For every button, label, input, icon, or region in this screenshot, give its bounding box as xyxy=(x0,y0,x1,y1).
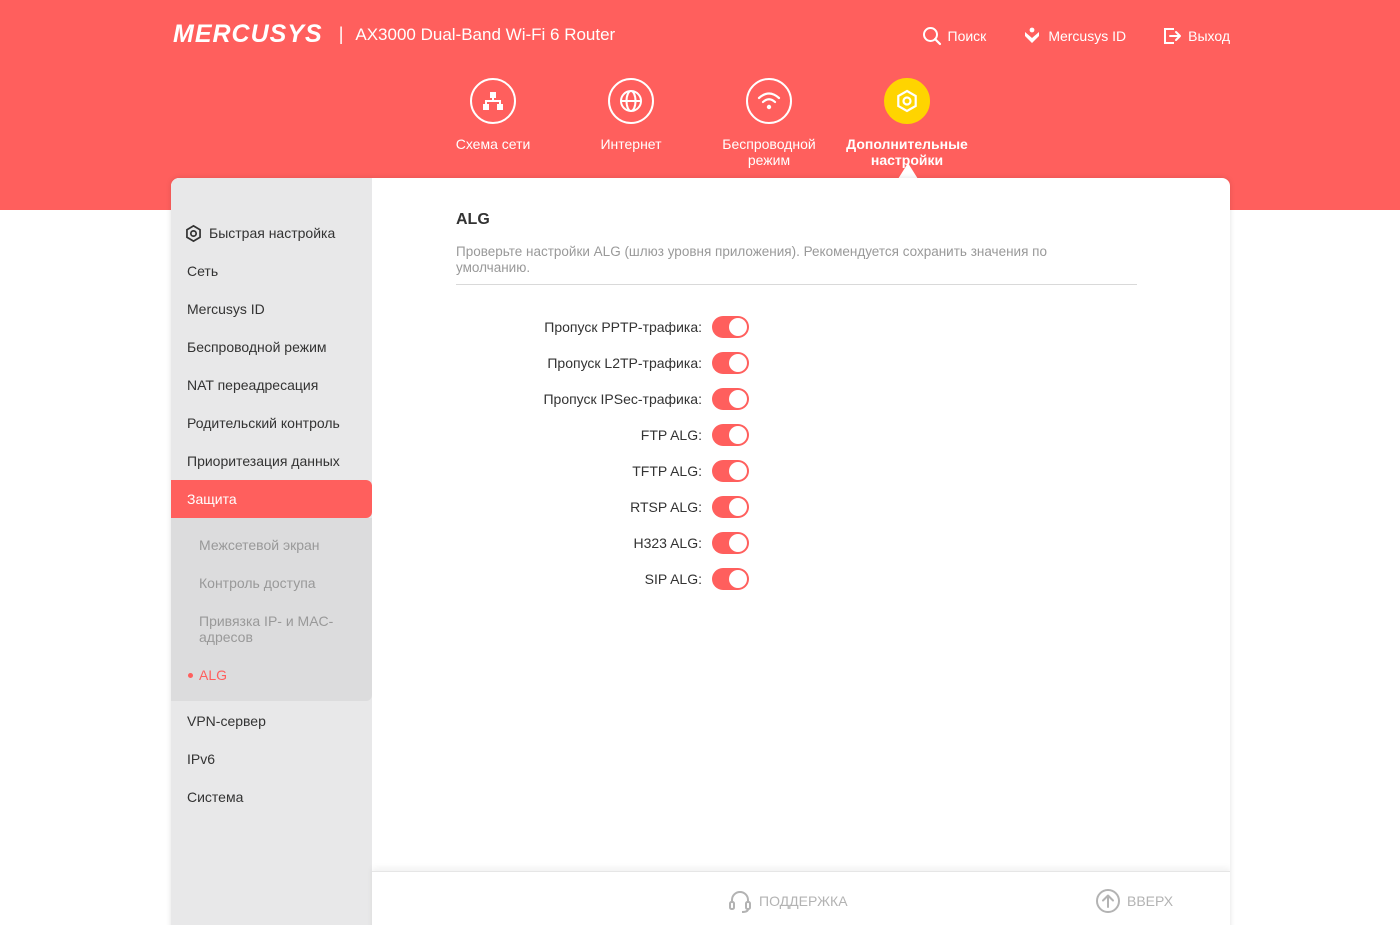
sidebar-subitem-firewall[interactable]: Межсетевой экран xyxy=(199,537,359,553)
sidebar-subitem-alg[interactable]: ALG xyxy=(188,667,359,683)
nav-internet-label: Интернет xyxy=(600,136,662,152)
back-to-top-label: ВВЕРХ xyxy=(1127,893,1174,909)
sidebar-subitem-ip-mac-binding[interactable]: Привязка IP- и MAC-адресов xyxy=(199,613,359,645)
gear-icon xyxy=(884,78,930,124)
alg-row-label: SIP ALG: xyxy=(644,571,702,587)
gear-icon xyxy=(186,224,201,242)
l2tp-passthrough-toggle[interactable] xyxy=(712,352,749,374)
back-to-top-link[interactable]: ВВЕРХ xyxy=(1095,888,1173,914)
alg-row-label: Пропуск L2TP-трафика: xyxy=(547,355,702,371)
sidebar-subitem-access-control[interactable]: Контроль доступа xyxy=(199,575,359,591)
search-icon xyxy=(922,27,941,46)
alg-row-label: RTSP ALG: xyxy=(630,499,702,515)
ftp-alg-toggle[interactable] xyxy=(712,424,749,446)
model-name: AX3000 Dual-Band Wi-Fi 6 Router xyxy=(355,24,616,44)
alg-row-label: FTP ALG: xyxy=(640,427,702,443)
headset-icon xyxy=(729,891,751,913)
alg-row-rtsp: RTSP ALG: xyxy=(456,495,756,519)
mercusys-id-link[interactable]: Mercusys ID xyxy=(1022,26,1126,46)
alg-row-tftp: TFTP ALG: xyxy=(456,459,756,483)
nav-network-map-label: Схема сети xyxy=(455,136,531,152)
network-map-icon xyxy=(470,78,516,124)
sidebar-item-network[interactable]: Сеть xyxy=(171,252,372,290)
alg-row-sip: SIP ALG: xyxy=(456,567,756,591)
sidebar-item-vpn[interactable]: VPN-сервер xyxy=(171,702,372,740)
nav-active-pointer xyxy=(898,163,918,179)
alg-row-l2tp: Пропуск L2TP-трафика: xyxy=(456,351,756,375)
logout-link[interactable]: Выход xyxy=(1162,26,1230,46)
section-title: ALG xyxy=(456,211,490,228)
support-link-label: ПОДДЕРЖКА xyxy=(759,893,848,909)
sidebar-item-ipv6[interactable]: IPv6 xyxy=(171,740,372,778)
pptp-passthrough-toggle[interactable] xyxy=(712,316,749,338)
sidebar-item-nat[interactable]: NAT переадресация xyxy=(171,366,372,404)
sidebar-item-label: Быстрая настройка xyxy=(209,225,336,241)
arrow-up-icon xyxy=(1096,889,1120,913)
top-links: Поиск Mercusys ID Выход xyxy=(922,26,1230,46)
footer: ПОДДЕРЖКА ВВЕРХ xyxy=(372,871,1230,925)
alg-row-ipsec: Пропуск IPSec-трафика: xyxy=(456,387,756,411)
sidebar-item-quick-setup[interactable]: Быстрая настройка xyxy=(171,214,372,252)
logo: MERCUSYS xyxy=(173,20,323,48)
rtsp-alg-toggle[interactable] xyxy=(712,496,749,518)
alg-row-label: Пропуск PPTP-трафика: xyxy=(544,319,702,335)
sidebar-item-parental[interactable]: Родительский контроль xyxy=(171,404,372,442)
sip-alg-toggle[interactable] xyxy=(712,568,749,590)
logout-link-label: Выход xyxy=(1188,28,1230,44)
brand-separator: | xyxy=(338,24,344,44)
sidebar: Быстрая настройка Сеть Mercusys ID Беспр… xyxy=(171,178,372,925)
alg-row-pptp: Пропуск PPTP-трафика: xyxy=(456,315,756,339)
security-submenu: Межсетевой экран Контроль доступа Привяз… xyxy=(171,518,372,701)
section-divider xyxy=(456,284,1137,285)
tftp-alg-toggle[interactable] xyxy=(712,460,749,482)
nav-wireless[interactable]: Беспроводной режим xyxy=(700,78,838,168)
alg-row-ftp: FTP ALG: xyxy=(456,423,756,447)
brand: MERCUSYS | AX3000 Dual-Band Wi-Fi 6 Rout… xyxy=(173,20,615,49)
alg-row-label: Пропуск IPSec-трафика: xyxy=(543,391,702,407)
alg-row-label: H323 ALG: xyxy=(633,535,703,551)
nav-internet[interactable]: Интернет xyxy=(562,78,700,152)
sidebar-item-mercusys-id[interactable]: Mercusys ID xyxy=(171,290,372,328)
sidebar-item-qos[interactable]: Приоритезация данных xyxy=(171,442,372,480)
search-link[interactable]: Поиск xyxy=(922,26,987,46)
h323-alg-toggle[interactable] xyxy=(712,532,749,554)
nav-wireless-label: Беспроводной режим xyxy=(722,136,816,168)
sidebar-item-system[interactable]: Система xyxy=(171,778,372,816)
sidebar-item-security[interactable]: Защита xyxy=(171,480,372,518)
globe-icon xyxy=(608,78,654,124)
main-panel: Быстрая настройка Сеть Mercusys ID Беспр… xyxy=(171,178,1230,925)
mercusys-id-icon xyxy=(1025,27,1040,43)
search-link-label: Поиск xyxy=(947,28,987,44)
sidebar-item-wireless[interactable]: Беспроводной режим xyxy=(171,328,372,366)
alg-row-h323: H323 ALG: xyxy=(456,531,756,555)
wifi-icon xyxy=(746,78,792,124)
alg-row-label: TFTP ALG: xyxy=(632,463,702,479)
ipsec-passthrough-toggle[interactable] xyxy=(712,388,749,410)
logout-icon xyxy=(1164,28,1182,44)
nav-advanced[interactable]: Дополнительные настройки xyxy=(838,78,976,168)
support-link[interactable]: ПОДДЕРЖКА xyxy=(727,888,848,914)
mercusys-id-link-label: Mercusys ID xyxy=(1048,28,1127,44)
nav-network-map[interactable]: Схема сети xyxy=(424,78,562,152)
section-description: Проверьте настройки ALG (шлюз уровня при… xyxy=(456,244,1047,275)
